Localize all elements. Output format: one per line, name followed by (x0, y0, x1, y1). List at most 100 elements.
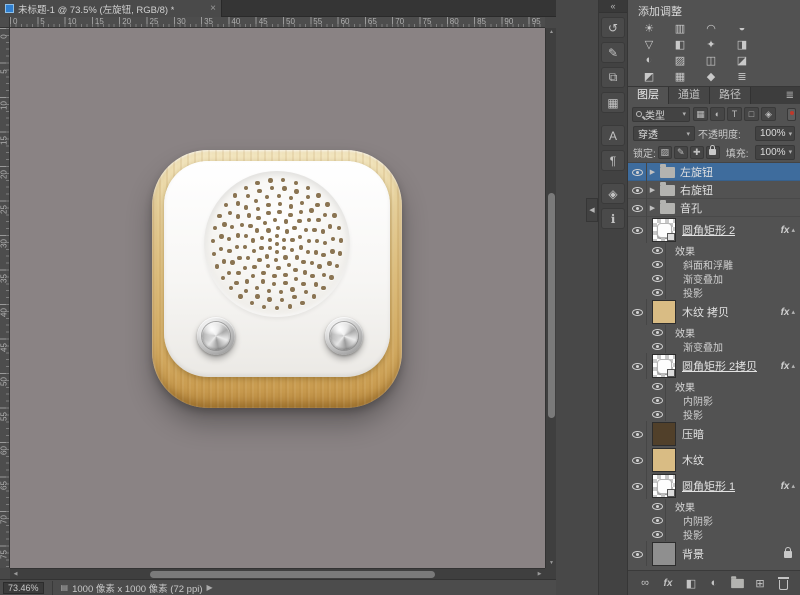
canvas-document[interactable] (10, 28, 545, 568)
speaker-icon-artwork[interactable] (152, 150, 402, 408)
delete-layer-button[interactable] (775, 576, 791, 591)
exposure-icon[interactable]: ◒ (729, 21, 755, 35)
expand-triangle-icon[interactable]: ▶ (647, 168, 658, 176)
scroll-right-button[interactable]: ▶ (534, 570, 545, 579)
scroll-up-button[interactable]: ▲ (546, 28, 557, 37)
new-adjustment-layer-button[interactable]: ◐ (706, 576, 722, 591)
tab-channels[interactable]: 通道 (669, 87, 710, 104)
vertical-scrollbar-thumb[interactable] (548, 193, 555, 418)
collapse-panels-button[interactable]: « (599, 0, 627, 13)
visibility-toggle[interactable] (650, 513, 666, 527)
lock-all-icon[interactable] (706, 146, 720, 159)
close-document-icon[interactable]: × (210, 3, 216, 14)
layer-row[interactable]: 压暗 (628, 421, 800, 447)
vertical-scrollbar[interactable]: ▲ ▼ (545, 28, 556, 568)
scroll-left-button[interactable]: ◀ (10, 570, 21, 579)
layer-effect-row[interactable]: 内阴影 (628, 513, 800, 527)
lock-position-icon[interactable]: ✚ (690, 146, 704, 159)
layer-effect-row[interactable]: 内阴影 (628, 393, 800, 407)
layer-effect-row[interactable]: 投影 (628, 527, 800, 541)
blend-mode-dropdown[interactable]: 穿透 ▾ (633, 126, 695, 141)
visibility-toggle[interactable] (650, 527, 666, 541)
filter-adjustment-layers-icon[interactable]: ◐ (710, 107, 725, 121)
brightness-contrast-icon[interactable]: ☀ (636, 21, 662, 35)
filter-shape-layers-icon[interactable]: □ (744, 107, 759, 121)
panel-expand-arrow[interactable]: ◀ (586, 198, 598, 222)
panel-menu-icon[interactable]: ≣ (780, 87, 800, 104)
layer-row[interactable]: 圆角矩形 1fx▴ (628, 473, 800, 499)
layer-thumbnail[interactable] (652, 354, 676, 378)
lock-image-icon[interactable]: ✎ (674, 146, 688, 159)
channel-mixer-icon[interactable]: ▨ (667, 53, 693, 67)
visibility-toggle[interactable] (650, 339, 666, 353)
scroll-down-button[interactable]: ▼ (546, 559, 557, 568)
ruler-vertical[interactable]: 051015202530354045505560657075 (0, 28, 10, 568)
new-group-button[interactable] (729, 576, 745, 591)
expand-triangle-icon[interactable]: ▶ (647, 204, 658, 212)
layer-row[interactable]: 木纹 (628, 447, 800, 473)
visibility-toggle[interactable] (628, 299, 647, 325)
layer-effect-row[interactable]: 效果 (628, 379, 800, 393)
color-lookup-icon[interactable]: ◫ (698, 53, 724, 67)
layer-fx-indicator[interactable]: fx▴ (781, 307, 800, 318)
expand-triangle-icon[interactable]: ▶ (647, 186, 658, 194)
color-balance-icon[interactable]: ✦ (698, 37, 724, 51)
layer-row[interactable]: 背景 (628, 541, 800, 566)
ruler-corner[interactable] (0, 17, 10, 28)
layer-effect-row[interactable]: 斜面和浮雕 (628, 257, 800, 271)
layer-effect-row[interactable]: 投影 (628, 407, 800, 421)
layer-group-row[interactable]: ▶音孔 (628, 199, 800, 217)
layer-thumbnail[interactable] (652, 448, 676, 472)
swatches-panel-icon[interactable]: ▦ (601, 92, 625, 113)
threshold-icon[interactable]: ▦ (667, 69, 693, 83)
history-panel-icon[interactable]: ↺ (601, 17, 625, 38)
brush-presets-panel-icon[interactable]: ✎ (601, 42, 625, 63)
layer-thumbnail[interactable] (652, 542, 676, 566)
visibility-toggle[interactable] (628, 541, 647, 566)
layer-effect-row[interactable]: 效果 (628, 243, 800, 257)
status-expander-icon[interactable]: ▶ (207, 583, 213, 592)
invert-icon[interactable]: ◪ (729, 53, 755, 67)
link-layers-button[interactable]: ∞ (637, 576, 653, 591)
layer-row[interactable]: 木纹 拷贝fx▴ (628, 299, 800, 325)
tab-layers[interactable]: 图层 (628, 87, 669, 104)
filter-smart-objects-icon[interactable]: ◈ (761, 107, 776, 121)
layer-effect-row[interactable]: 投影 (628, 285, 800, 299)
new-layer-button[interactable]: ⊞ (752, 576, 768, 591)
layer-style-button[interactable]: fx (660, 576, 676, 591)
layer-fx-indicator[interactable]: fx▴ (781, 361, 800, 372)
visibility-toggle[interactable] (650, 243, 666, 257)
layer-thumbnail[interactable] (652, 300, 676, 324)
properties-panel-icon[interactable]: ℹ (601, 208, 625, 229)
fill-dropdown[interactable]: 100% ▾ (755, 145, 795, 160)
black-white-icon[interactable]: ◨ (729, 37, 755, 51)
photo-filter-icon[interactable]: ◐ (636, 53, 662, 67)
selective-color-icon[interactable]: ≣ (729, 69, 755, 83)
levels-icon[interactable]: ▥ (667, 21, 693, 35)
layer-row[interactable]: 圆角矩形 2拷贝fx▴ (628, 353, 800, 379)
hue-saturation-icon[interactable]: ◧ (667, 37, 693, 51)
layer-thumbnail[interactable] (652, 218, 676, 242)
filter-pixel-layers-icon[interactable]: ▦ (693, 107, 708, 121)
layer-fx-indicator[interactable]: fx▴ (781, 481, 800, 492)
posterize-icon[interactable]: ◩ (636, 69, 662, 83)
layer-effect-row[interactable]: 渐变叠加 (628, 339, 800, 353)
visibility-toggle[interactable] (650, 499, 666, 513)
visibility-toggle[interactable] (628, 421, 647, 447)
document-tab[interactable]: 未标题-1 @ 73.5% (左旋钮, RGB/8) * × (0, 0, 222, 17)
layer-filter-toggle[interactable] (787, 108, 796, 121)
character-panel-icon[interactable]: A (601, 125, 625, 146)
layer-group-row[interactable]: ▶右旋钮 (628, 181, 800, 199)
curves-icon[interactable]: ◠ (698, 21, 724, 35)
visibility-toggle[interactable] (628, 163, 647, 181)
visibility-toggle[interactable] (628, 473, 647, 499)
lock-transparency-icon[interactable]: ▨ (658, 146, 672, 159)
horizontal-scrollbar-thumb[interactable] (150, 571, 435, 578)
visibility-toggle[interactable] (628, 217, 647, 243)
layer-group-row[interactable]: ▶左旋钮 (628, 163, 800, 181)
layer-fx-indicator[interactable]: fx▴ (781, 225, 800, 236)
filter-type-layers-icon[interactable]: T (727, 107, 742, 121)
layer-thumbnail[interactable] (652, 422, 676, 446)
visibility-toggle[interactable] (650, 325, 666, 339)
visibility-toggle[interactable] (650, 257, 666, 271)
